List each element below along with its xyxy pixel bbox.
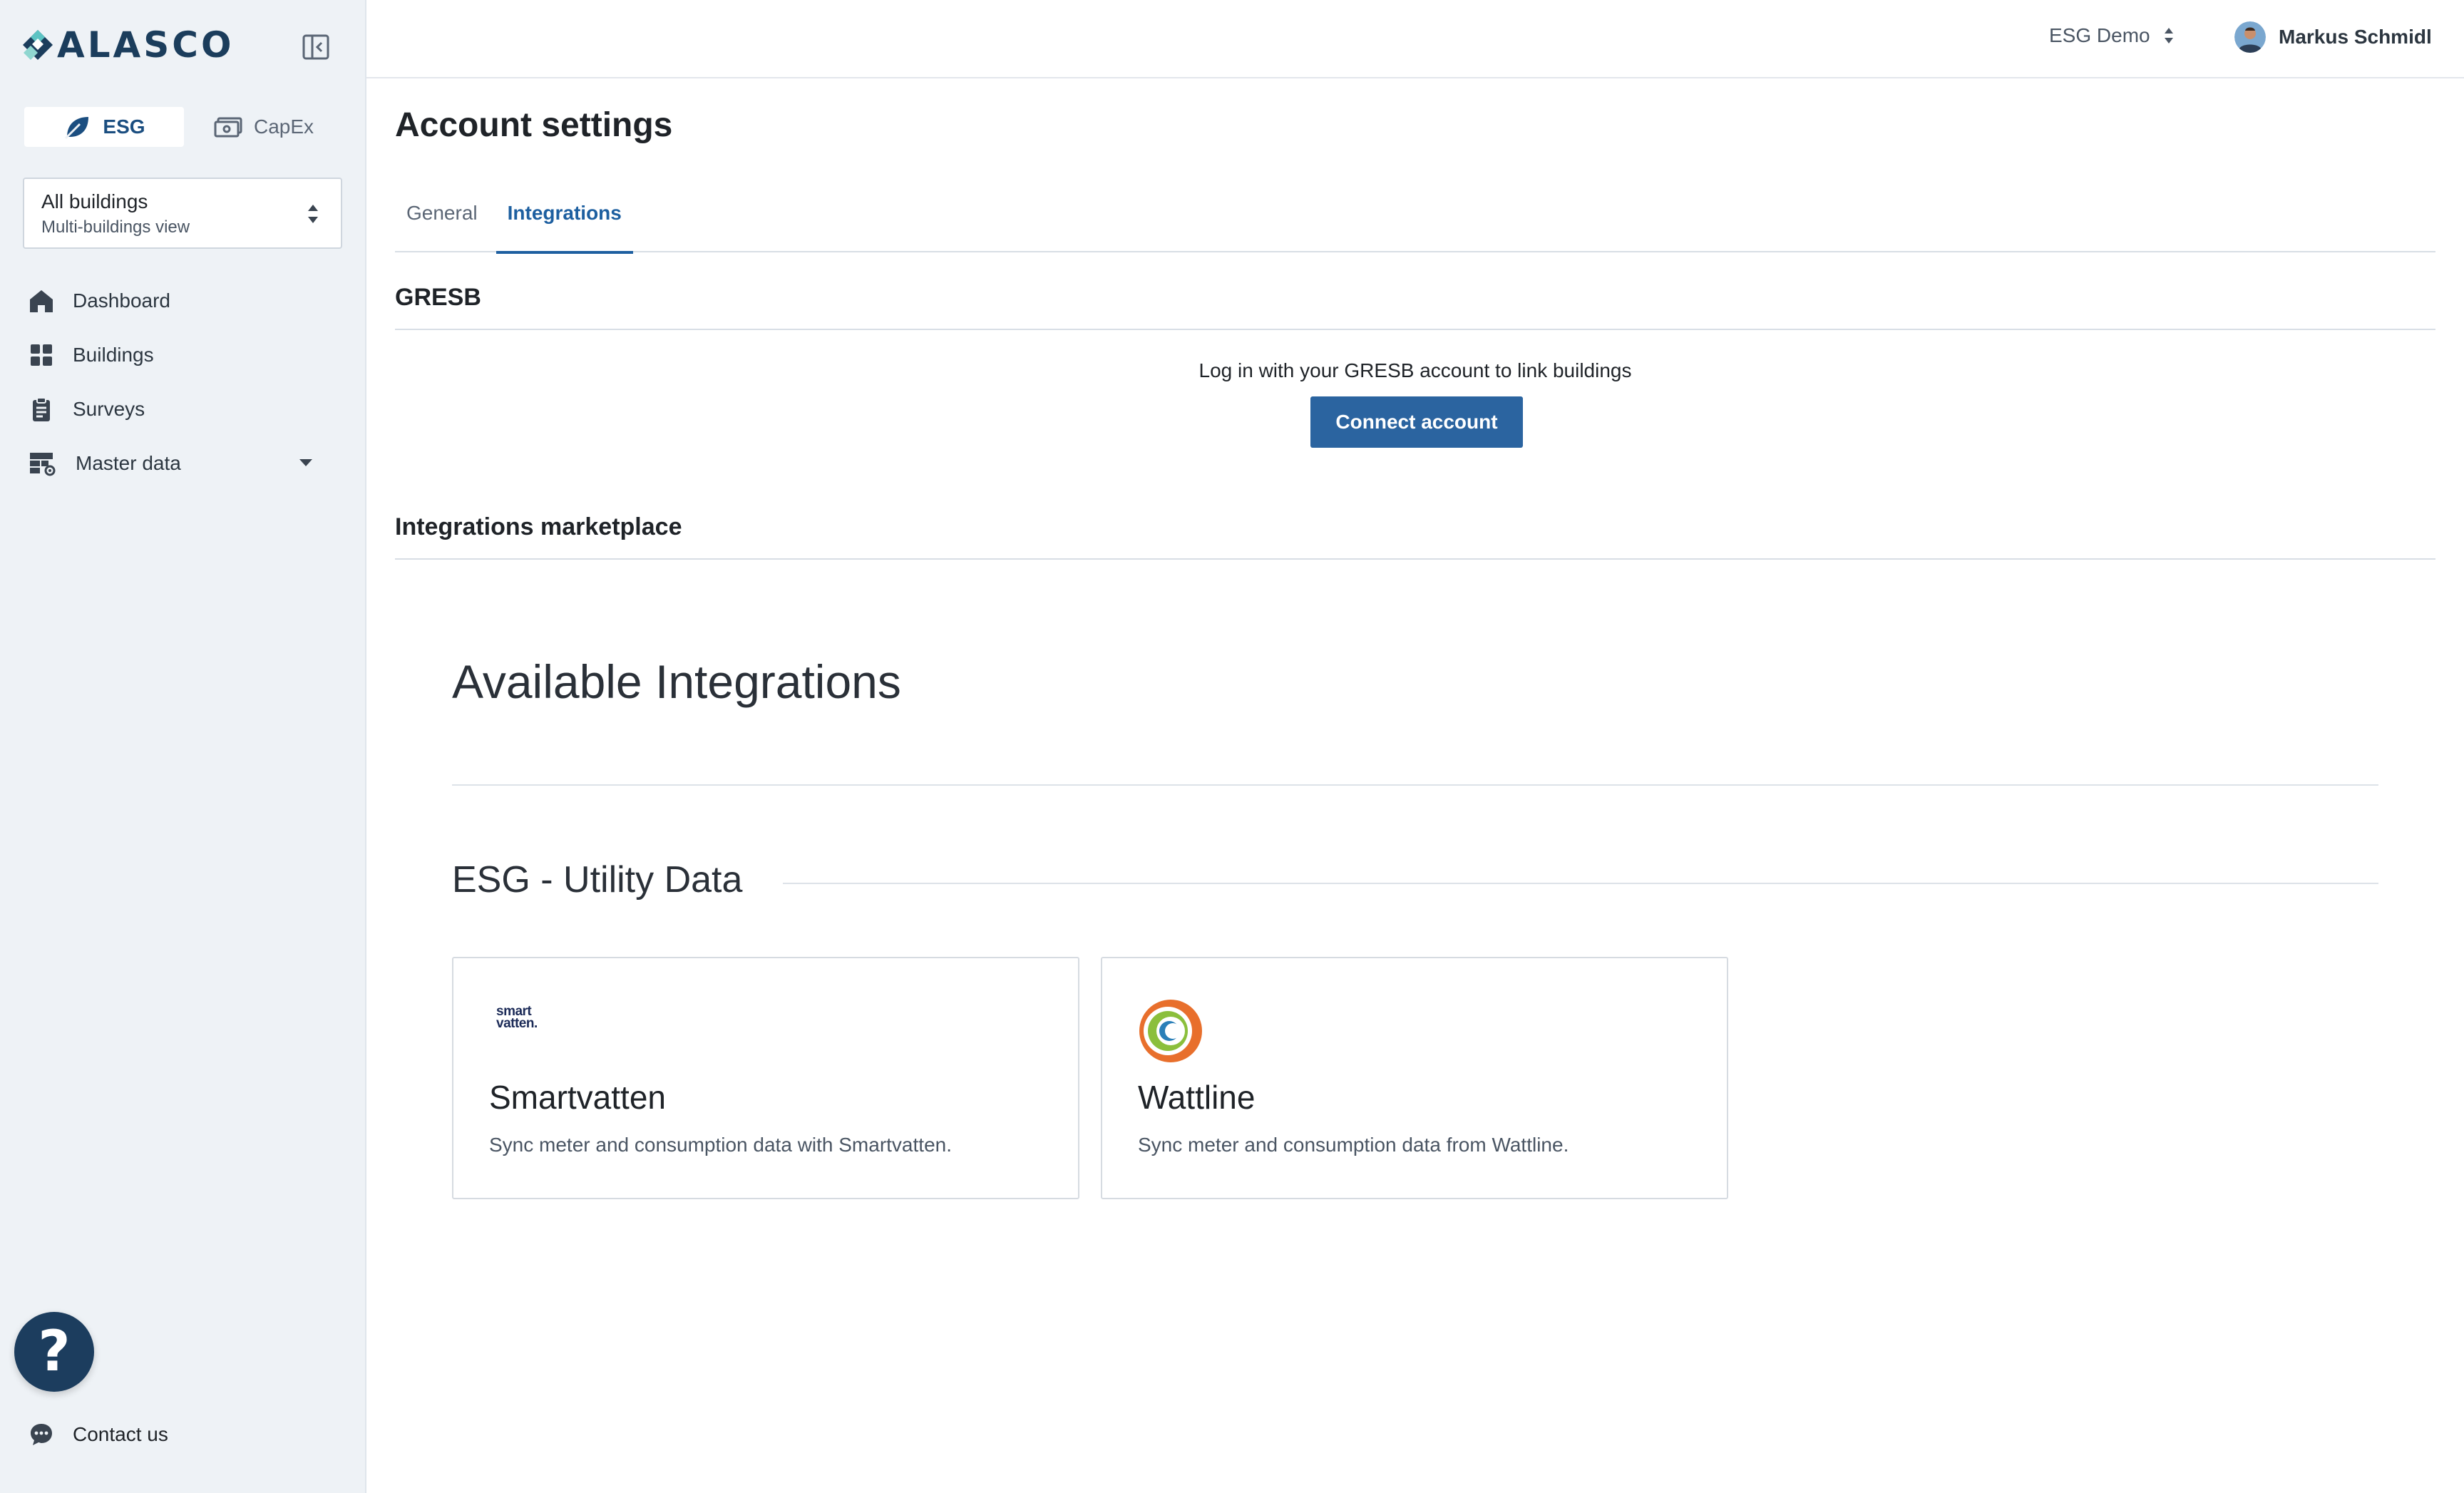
nav-item-master-data[interactable]: Master data [0,436,366,491]
marketplace-heading: Integrations marketplace [395,513,2435,560]
module-label-esg: ESG [103,116,145,138]
divider [783,883,2378,884]
nav-label-dashboard: Dashboard [73,289,170,312]
alasco-logo[interactable]: ALASCO [21,24,235,66]
integration-card-wattline[interactable]: Wattline Sync meter and consumption data… [1101,957,1728,1199]
main-content: Account settings General Integrations GR… [366,80,2464,1493]
chat-bubble-icon [31,1424,52,1445]
integration-name: Smartvatten [489,1079,666,1116]
building-select[interactable]: All buildings Multi-buildings view [23,178,342,249]
tab-general[interactable]: General [395,174,489,252]
integration-card-smartvatten[interactable]: smart vatten. Smartvatten Sync meter and… [452,957,1079,1199]
smartvatten-logo-text: vatten. [496,1016,538,1031]
contact-us-label: Contact us [73,1423,168,1445]
available-integrations-title: Available Integrations [452,655,901,708]
nav-item-surveys[interactable]: Surveys [0,382,366,436]
sidebar: ALASCO ESG CapEx All buildings Multi-bui… [0,0,366,1493]
home-icon [30,290,53,312]
building-select-title: All buildings [41,190,148,212]
page-title: Account settings [395,106,673,144]
organization-select[interactable]: ESG Demo [2049,24,2175,47]
organization-label: ESG Demo [2049,24,2150,46]
smartvatten-logo: smart vatten. [489,998,538,1030]
sidebar-nav: Dashboard Buildings Surveys Master data [0,274,366,491]
leaf-icon [65,117,89,140]
logo-text: ALASCO [57,24,235,66]
module-label-capex: CapEx [253,116,314,138]
module-tab-capex[interactable]: CapEx [184,107,344,147]
table-settings-icon [30,453,56,476]
gresb-description: Log in with your GRESB account to link b… [1198,359,1632,381]
category-title: ESG - Utility Data [452,858,771,901]
nav-item-buildings[interactable]: Buildings [0,328,366,382]
money-icon [214,117,242,138]
divider [452,784,2378,786]
module-tab-esg[interactable]: ESG [24,107,184,147]
nav-label-surveys: Surveys [73,398,145,420]
avatar [2234,21,2266,53]
contact-us-link[interactable]: Contact us [29,1422,168,1447]
sort-arrows-icon [2164,28,2173,43]
sort-arrows-icon [308,205,318,223]
gresb-heading: GRESB [395,284,2435,330]
top-bar: ESG Demo Markus Schmidl [366,0,2464,78]
nav-label-master-data: Master data [76,452,181,474]
clipboard-icon [33,397,50,421]
tab-integrations[interactable]: Integrations [496,174,633,254]
wattline-logo-icon [1139,1000,1202,1062]
integration-name: Wattline [1138,1079,1256,1116]
integration-description: Sync meter and consumption data from Wat… [1138,1134,1569,1156]
user-menu[interactable]: Markus Schmidl [2234,21,2432,53]
user-name: Markus Schmidl [2279,26,2432,48]
collapse-sidebar-button[interactable] [299,33,332,61]
help-button[interactable]: ? [14,1312,94,1392]
sidebar-collapse-icon [302,34,329,60]
building-select-subtitle: Multi-buildings view [41,217,190,237]
caret-down-icon [299,459,312,466]
module-switch: ESG CapEx [24,107,344,147]
alasco-logo-icon [23,30,53,60]
grid-icon [31,344,52,366]
nav-label-buildings: Buildings [73,344,154,366]
nav-item-dashboard[interactable]: Dashboard [0,274,366,328]
settings-tabs: General Integrations [395,174,2435,254]
connect-account-button[interactable]: Connect account [1310,396,1523,448]
integration-description: Sync meter and consumption data with Sma… [489,1134,952,1156]
